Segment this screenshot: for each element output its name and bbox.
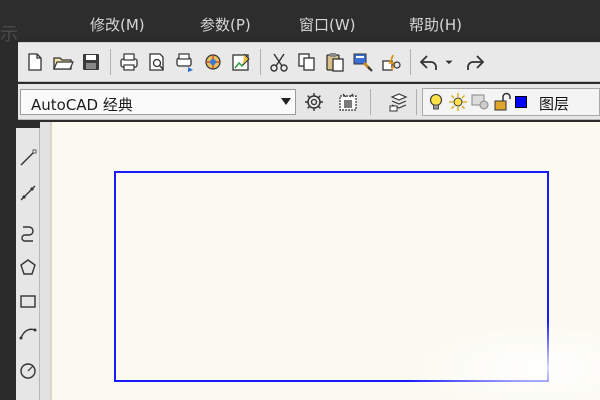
line-icon[interactable] xyxy=(16,145,40,171)
menu-window[interactable]: 窗口(W) xyxy=(299,14,356,35)
arc-icon[interactable] xyxy=(16,320,40,346)
layer-color-swatch xyxy=(515,96,527,108)
workspace-settings-icon[interactable] xyxy=(301,89,327,115)
layer-unlock-icon xyxy=(491,89,513,115)
cut-icon[interactable] xyxy=(266,49,292,75)
layer-control[interactable]: 图层 xyxy=(422,88,600,116)
layer-thaw-sun-icon xyxy=(447,89,469,115)
title-strip xyxy=(0,0,600,10)
background-ghost-text: 示 xyxy=(0,24,18,44)
watermark-overlay xyxy=(400,320,600,400)
toolbar-separator xyxy=(370,89,371,115)
redo-icon[interactable] xyxy=(462,49,488,75)
undo-dropdown-icon[interactable] xyxy=(442,49,456,75)
print-preview-icon[interactable] xyxy=(144,49,170,75)
save-icon[interactable] xyxy=(78,49,104,75)
construction-line-icon[interactable] xyxy=(16,180,40,206)
canvas-gutter xyxy=(40,122,50,400)
chevron-down-icon xyxy=(281,98,291,105)
standard-toolbar xyxy=(18,42,600,82)
undo-icon[interactable] xyxy=(416,49,442,75)
layer-properties-icon[interactable] xyxy=(386,89,412,115)
new-icon[interactable] xyxy=(22,49,48,75)
match-properties-icon[interactable] xyxy=(350,49,376,75)
toolbar-separator xyxy=(260,49,261,75)
polygon-icon[interactable] xyxy=(16,254,40,280)
menu-bar: 修改(M) 参数(P) 窗口(W) 帮助(H) xyxy=(0,10,600,38)
toolbar-separator xyxy=(110,49,111,75)
print-icon[interactable] xyxy=(116,49,142,75)
copy-icon[interactable] xyxy=(294,49,320,75)
polyline-icon[interactable] xyxy=(16,220,40,246)
workspace-dropdown-value: AutoCAD 经典 xyxy=(31,96,133,114)
layer-on-bulb-icon xyxy=(425,89,447,115)
layer-viewport-freeze-icon xyxy=(469,89,491,115)
menu-help[interactable]: 帮助(H) xyxy=(409,14,462,35)
workspace-dropdown[interactable]: AutoCAD 经典 xyxy=(20,89,296,115)
3d-dwf-icon[interactable] xyxy=(200,49,226,75)
open-icon[interactable] xyxy=(50,49,76,75)
circle-icon[interactable] xyxy=(16,358,40,384)
publish-icon[interactable] xyxy=(172,49,198,75)
plot-style-icon[interactable] xyxy=(228,49,254,75)
block-editor-icon[interactable] xyxy=(378,49,404,75)
rectangle-icon[interactable] xyxy=(16,288,40,314)
menu-parametric[interactable]: 参数(P) xyxy=(200,14,251,35)
toolbar-separator xyxy=(410,49,411,75)
layer-name: 图层 xyxy=(539,95,570,113)
menu-modify[interactable]: 修改(M) xyxy=(90,14,145,35)
paste-icon[interactable] xyxy=(322,49,348,75)
toolbar-lock-icon[interactable] xyxy=(335,89,361,115)
toolbar-separator xyxy=(416,89,417,115)
